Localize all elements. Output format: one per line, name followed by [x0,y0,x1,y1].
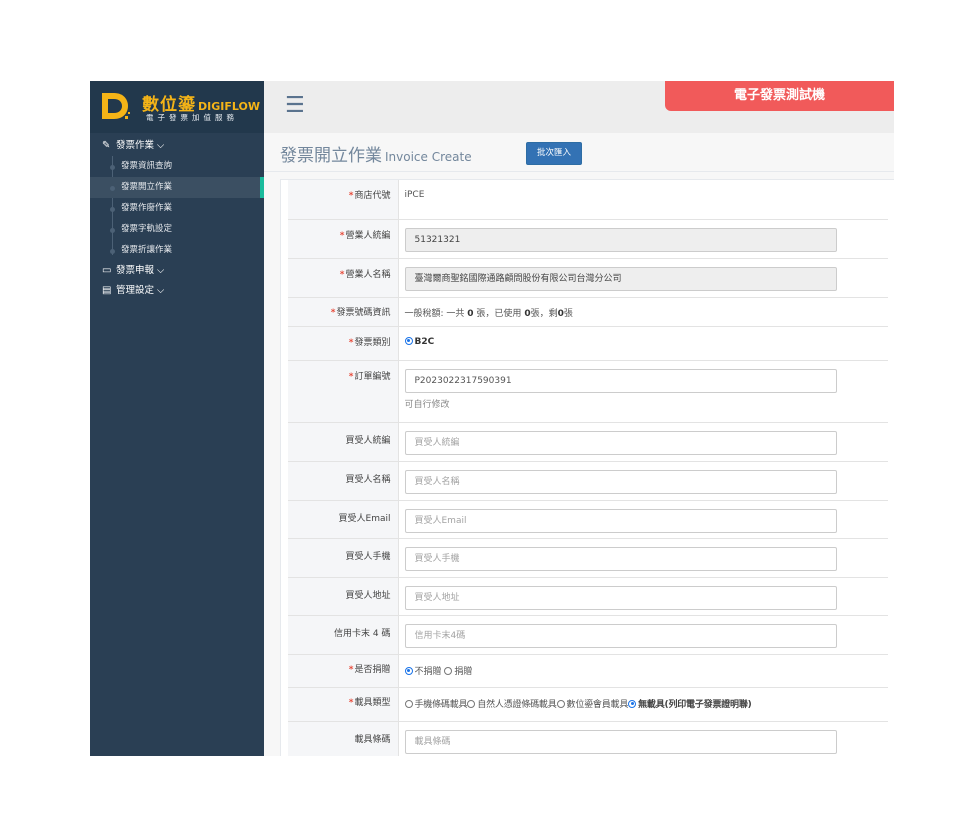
required-mark: * [348,191,354,201]
test-environment-banner: 電子發票測試機 [665,81,894,111]
radio-label: 手機條碼載具 [414,699,468,710]
sidebar-group-invoice-ops[interactable]: ✎ 發票作業 ⌵ [90,136,264,156]
seller-id-field: 51321321 [404,227,837,252]
radio-label: 數位鎏會員載具 [566,699,629,710]
sidebar-item-invoice-create[interactable]: 發票開立作業 [90,177,264,198]
radio-label: 捐贈 [454,666,473,677]
sidebar-group-invoice-report[interactable]: ▭ 發票申報 ⌵ [90,261,264,281]
required-mark: * [348,664,354,675]
invoice-form: *商店代號 iPCE *營業人統編 51321321 *營業人名稱 臺灣爾商聖銘… [288,180,888,756]
required-mark: * [339,269,345,280]
radio-label: 自然人憑證條碼載具 [477,699,557,710]
top-navbar: ☰ 電子發票測試機 [264,81,894,134]
field-label: 載具類型 [354,697,391,708]
form-row-seller-id: *營業人統編 51321321 [288,219,888,259]
required-mark: * [339,230,345,241]
form-row-buyer-phone: 買受人手機 [288,538,888,578]
buyer-email-input[interactable] [404,508,837,533]
field-label: 買受人統編 [288,422,399,462]
form-row-buyer-email: 買受人Email [288,500,888,539]
buyer-name-input[interactable] [404,469,837,494]
sidebar-group-label: 管理設定 [116,285,155,296]
carrier-mobile-radio[interactable] [404,699,413,708]
donate-yes-radio[interactable] [444,666,453,675]
carrier-none-radio[interactable] [628,699,637,708]
brand-tagline: 電子發票加值服務 [146,113,238,122]
required-mark: * [348,697,354,708]
page-title: 發票開立作業 Invoice Create [280,141,472,166]
field-label: 訂單編號 [354,371,391,382]
carrier-citizen-radio[interactable] [467,699,476,708]
sidebar-submenu: 發票資訊查詢 發票開立作業 發票作廢作業 發票字軌設定 發票折讓作業 [90,156,264,261]
form-row-carrier-type: *載具類型 手機條碼載具 自然人憑證條碼載具 數位鎏會員載具 無載具(列印電子發票證明… [288,687,888,722]
store-code-value: iPCE [398,180,888,220]
carrier-member-radio[interactable] [556,699,565,708]
order-no-input[interactable]: P2023022317590391 [404,368,837,393]
track-info-text: 一般稅額: 一共 0 張，已使用 0張，剩0張 [398,297,888,327]
batch-import-button[interactable]: 批次匯入 [526,142,582,165]
chevron-down-icon: ⌵ [154,265,165,276]
field-label: 買受人地址 [288,577,399,616]
form-row-buyer-name: 買受人名稱 [288,461,888,501]
sidebar-group-admin-settings[interactable]: ▤ 管理設定 ⌵ [90,281,264,301]
radio-label: 無載具(列印電子發票證明聯) [638,699,752,710]
radio-label: 不捐贈 [414,666,442,677]
sidebar-item-allowance[interactable]: 發票折讓作業 [90,240,264,261]
form-row-card-last4: 信用卡末 4 碼 [288,615,888,655]
form-row-invoice-type: *發票類別 B2C [288,326,888,361]
app-window: 數位鎏 DIGIFLOW 電子發票加值服務 ✎ 發票作業 ⌵ 發票資訊查詢 發票開立… [90,81,894,756]
invoice-type-b2c-radio[interactable] [404,336,413,345]
sidebar: 數位鎏 DIGIFLOW 電子發票加值服務 ✎ 發票作業 ⌵ 發票資訊查詢 發票開立… [90,81,264,756]
sidebar-item-invoice-query[interactable]: 發票資訊查詢 [90,156,264,177]
chevron-down-icon: ⌵ [154,140,165,151]
card-last4-input[interactable] [404,623,837,648]
divider [264,171,894,172]
edit-icon: ✎ [102,140,111,151]
form-row-store-code: *商店代號 iPCE [288,180,888,220]
hamburger-menu-icon[interactable]: ☰ [285,95,305,117]
seller-name-field: 臺灣爾商聖銘國際通路顧問股份有限公司台灣分公司 [404,266,837,291]
sidebar-item-track-settings[interactable]: 發票字軌設定 [90,219,264,240]
form-row-order-no: *訂單編號 P2023022317590391 可自行修改 [288,360,888,423]
form-row-buyer-id: 買受人統編 [288,422,888,462]
computer-icon: ▤ [102,285,112,296]
form-row-track-info: *發票號碼資訊 一般稅額: 一共 0 張，已使用 0張，剩0張 [288,297,888,327]
form-row-buyer-address: 買受人地址 [288,577,888,616]
page-title-zh: 發票開立作業 [280,146,382,166]
field-label: 營業人名稱 [345,269,391,280]
sidebar-item-invoice-void[interactable]: 發票作廢作業 [90,198,264,219]
required-mark: * [330,307,336,318]
field-label: 營業人統編 [345,230,391,241]
monitor-icon: ▭ [102,265,112,276]
sidebar-group-label: 發票申報 [116,265,155,276]
carrier-code-input[interactable] [404,729,837,754]
field-label: 信用卡末 4 碼 [288,615,399,655]
main-content: 發票開立作業 Invoice Create 批次匯入 *商店代號 iPCE *營業… [264,133,894,756]
field-label: 商店代號 [354,191,391,201]
field-label: 發票號碼資訊 [336,307,391,318]
buyer-phone-input[interactable] [404,546,837,571]
field-label: 買受人名稱 [288,461,399,501]
order-no-hint: 可自行修改 [404,399,450,410]
required-mark: * [348,337,354,348]
buyer-address-input[interactable] [404,585,837,610]
field-label: 買受人Email [288,500,399,539]
brand-logo[interactable]: 數位鎏 DIGIFLOW 電子發票加值服務 [90,81,264,133]
form-row-donate: *是否捐贈 不捐贈 捐贈 [288,654,888,688]
donate-no-radio[interactable] [404,666,413,675]
digiflow-logo-icon [102,93,130,119]
field-label: 是否捐贈 [354,664,391,675]
form-row-seller-name: *營業人名稱 臺灣爾商聖銘國際通路顧問股份有限公司台灣分公司 [288,258,888,298]
field-label: 載具條碼 [288,721,399,756]
field-label: 買受人手機 [288,538,399,578]
page-title-en: Invoice Create [385,150,472,164]
required-mark: * [348,371,354,382]
sidebar-group-label: 發票作業 [116,140,155,151]
field-label: 發票類別 [354,337,391,348]
buyer-id-input[interactable] [404,430,837,455]
invoice-form-panel: *商店代號 iPCE *營業人統編 51321321 *營業人名稱 臺灣爾商聖銘… [280,179,894,756]
form-row-carrier-code: 載具條碼 [288,721,888,756]
radio-label: B2C [414,336,435,347]
chevron-down-icon: ⌵ [154,285,165,296]
